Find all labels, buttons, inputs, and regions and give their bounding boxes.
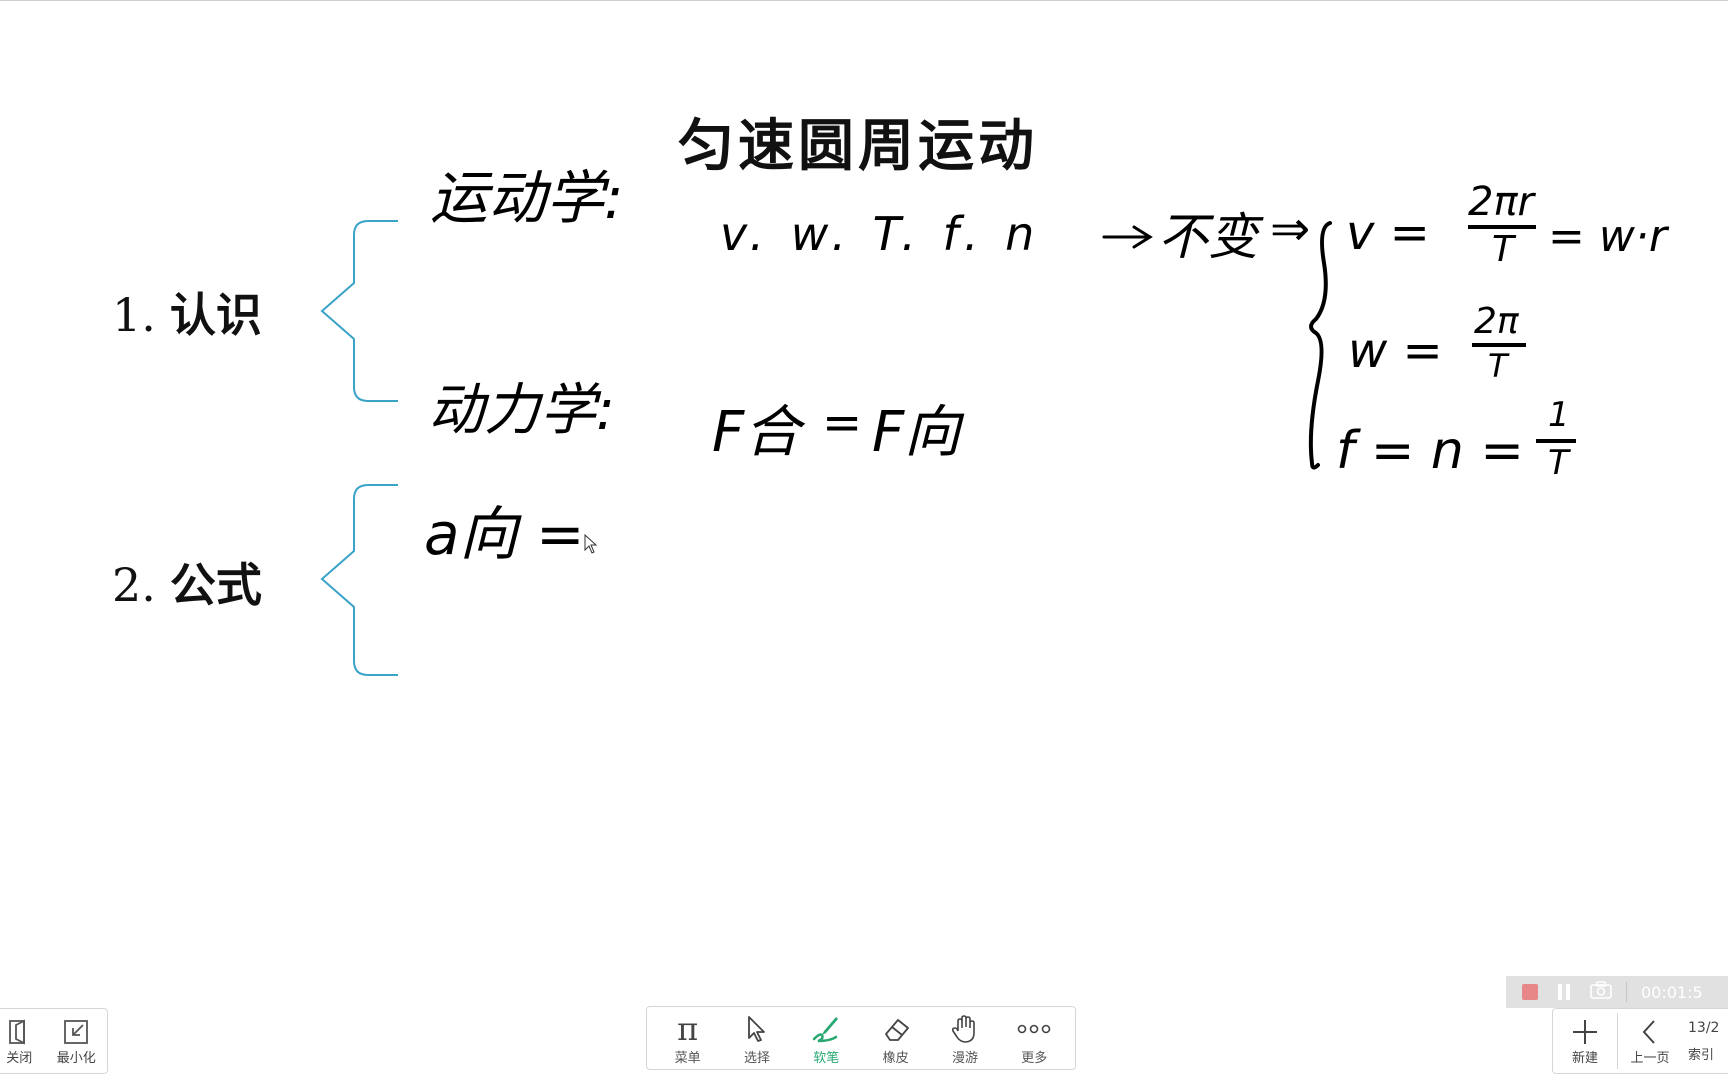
dynamics-equals: = [822, 395, 863, 451]
kinematics-label: 运动学: [430, 164, 624, 232]
tool-select[interactable]: 选择 [725, 1011, 789, 1066]
pause-record-button[interactable] [1558, 984, 1570, 1000]
recording-timer: 00:01:5 [1641, 982, 1703, 1002]
plus-icon [1573, 1019, 1597, 1044]
dynamics-label: 动力学: [428, 378, 615, 443]
tool-menu[interactable]: π 菜单 [656, 1009, 720, 1066]
eraser-icon [880, 1011, 912, 1047]
eq-f-numerator: 1 [1548, 395, 1570, 435]
new-page-label: 新建 [1571, 1050, 1598, 1066]
tool-more[interactable]: 更多 [1002, 1011, 1066, 1066]
acceleration-formula: a向 = [424, 500, 585, 568]
chevron-left-icon [1642, 1019, 1655, 1044]
bottom-toolbar: π 菜单 选择 软笔 橡皮 漫游 更多 [646, 1006, 1076, 1070]
page-index-button[interactable]: 13/2 索引 [1688, 1020, 1719, 1063]
eq-w-lhs: w = [1348, 323, 1443, 379]
board-title: 匀速圆周运动 [678, 114, 1038, 179]
tool-more-label: 更多 [1021, 1050, 1048, 1066]
recording-divider [1626, 982, 1627, 1002]
left-dock: 关闭 最小化 [0, 1008, 108, 1074]
tool-roam-label: 漫游 [951, 1050, 978, 1066]
eq-v-denominator: T [1492, 229, 1514, 270]
handwritten-brace [1308, 221, 1332, 470]
section-2-text: 公式 [169, 558, 262, 612]
page-indicator: 13/2 [1688, 1019, 1720, 1036]
tool-eraser[interactable]: 橡皮 [864, 1011, 928, 1066]
eq-v-lhs: v = [1346, 205, 1430, 261]
eq-w-numerator: 2π [1474, 301, 1519, 342]
tool-soft-pen[interactable]: 软笔 [794, 1011, 858, 1066]
eq-f-denominator: T [1548, 443, 1569, 483]
tool-menu-label: 菜单 [674, 1050, 701, 1066]
right-dock: 新建 上一页 13/2 索引 [1552, 1008, 1728, 1074]
eq-v-tail: = w·r [1548, 211, 1667, 262]
brace-section-2 [320, 484, 398, 676]
tool-soft-pen-label: 软笔 [813, 1050, 840, 1066]
exit-icon [9, 1019, 26, 1044]
minimize-icon [64, 1019, 89, 1044]
close-label: 关闭 [6, 1050, 33, 1066]
cursor-icon [743, 1011, 771, 1047]
mouse-cursor-icon [584, 534, 598, 554]
eq-v-numerator: 2πr [1468, 179, 1534, 225]
more-icon [1017, 1011, 1051, 1047]
brace-section-1 [320, 220, 398, 402]
tool-select-label: 选择 [743, 1050, 770, 1066]
eq-f-lhs: f = n = [1336, 421, 1524, 481]
tool-eraser-label: 橡皮 [882, 1050, 909, 1066]
dynamics-formula-lhs: F合 [712, 400, 801, 465]
new-page-button[interactable]: 新建 [1553, 1017, 1617, 1066]
dynamics-formula-rhs: F向 [872, 400, 961, 465]
brush-icon [810, 1011, 842, 1047]
minimize-button[interactable]: 最小化 [57, 1017, 96, 1066]
whiteboard-canvas[interactable]: 匀速圆周运动 1. 认识 2. 公式 运动学: v. w. T. f. n 不变 ⇒… [0, 0, 1728, 1080]
section-1-number: 1. [112, 288, 156, 342]
close-button[interactable]: 关闭 [4, 1017, 34, 1066]
arrow-to-unchanged [1102, 225, 1153, 249]
implies-symbol: ⇒ [1270, 201, 1311, 257]
tool-roam[interactable]: 漫游 [933, 1011, 997, 1066]
unchanged-note: 不变 [1158, 208, 1258, 266]
previous-page-button[interactable]: 上一页 [1618, 1017, 1682, 1066]
camera-icon[interactable] [1590, 981, 1612, 1003]
index-label: 索引 [1688, 1047, 1715, 1063]
stop-record-button[interactable] [1522, 984, 1538, 1000]
previous-page-label: 上一页 [1630, 1050, 1670, 1066]
section-2-label: 2. 公式 [112, 549, 262, 615]
kinematics-terms: v. w. T. f. n [720, 207, 1041, 261]
section-1-text: 认识 [169, 288, 262, 342]
recording-bar: 00:01:5 [1506, 976, 1728, 1008]
section-2-number: 2. [112, 558, 156, 612]
hand-icon [949, 1011, 981, 1047]
section-1-label: 1. 认识 [112, 279, 262, 345]
eq-w-denominator: T [1488, 347, 1508, 385]
pi-icon: π [677, 1009, 699, 1048]
minimize-label: 最小化 [56, 1050, 96, 1066]
